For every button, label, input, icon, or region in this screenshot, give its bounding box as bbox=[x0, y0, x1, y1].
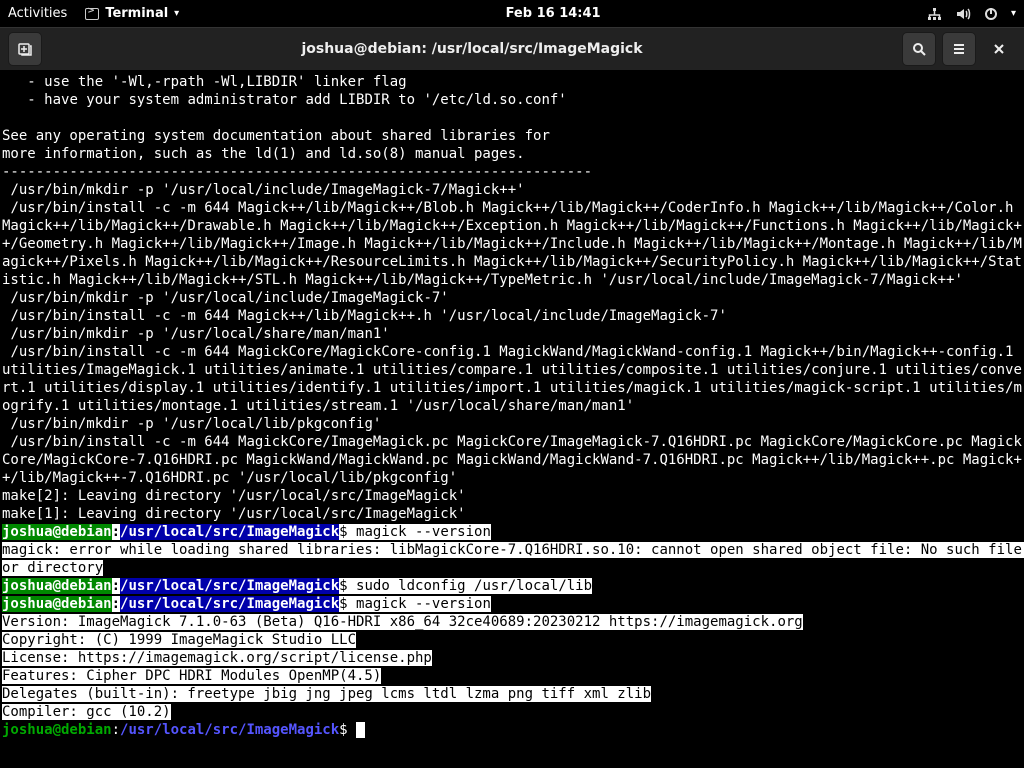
hamburger-menu-button[interactable] bbox=[942, 32, 976, 66]
prompt-user: joshua@debian bbox=[2, 722, 112, 738]
prompt-path: /usr/local/src/ImageMagick bbox=[120, 524, 339, 540]
prompt-path: /usr/local/src/ImageMagick bbox=[120, 578, 339, 594]
app-menu-label: Terminal bbox=[105, 6, 168, 21]
prompt-path: /usr/local/src/ImageMagick bbox=[120, 722, 339, 738]
close-window-button[interactable] bbox=[982, 32, 1016, 66]
command-3: magick --version bbox=[348, 596, 491, 612]
prompt-user: joshua@debian bbox=[2, 578, 112, 594]
new-tab-button[interactable] bbox=[8, 32, 42, 66]
terminal-output[interactable]: - use the '-Wl,-rpath -Wl,LIBDIR' linker… bbox=[0, 71, 1024, 739]
command-2: sudo ldconfig /usr/local/lib bbox=[348, 578, 592, 594]
command-1: magick --version bbox=[348, 524, 491, 540]
network-icon[interactable] bbox=[927, 6, 943, 22]
app-menu[interactable]: Terminal ▾ bbox=[85, 6, 179, 21]
activities-button[interactable]: Activities bbox=[8, 6, 67, 21]
power-icon[interactable] bbox=[983, 6, 999, 22]
window-header-bar: joshua@debian: /usr/local/src/ImageMagic… bbox=[0, 27, 1024, 71]
error-output: magick: error while loading shared libra… bbox=[2, 542, 1024, 576]
prompt-dollar: $ bbox=[339, 722, 347, 738]
system-menu-chevron-icon[interactable]: ▾ bbox=[1011, 8, 1016, 19]
gnome-top-bar: Activities Terminal ▾ Feb 16 14:41 ▾ bbox=[0, 0, 1024, 27]
window-title: joshua@debian: /usr/local/src/ImageMagic… bbox=[42, 41, 902, 57]
build-output-text: - use the '-Wl,-rpath -Wl,LIBDIR' linker… bbox=[2, 74, 1022, 522]
prompt-user: joshua@debian bbox=[2, 596, 112, 612]
prompt-dollar: $ bbox=[339, 596, 347, 612]
terminal-icon bbox=[85, 8, 99, 20]
clock[interactable]: Feb 16 14:41 bbox=[179, 6, 927, 21]
cursor bbox=[356, 722, 365, 738]
volume-icon[interactable] bbox=[955, 6, 971, 22]
prompt-dollar: $ bbox=[339, 524, 347, 540]
prompt-dollar: $ bbox=[339, 578, 347, 594]
prompt-path: /usr/local/src/ImageMagick bbox=[120, 596, 339, 612]
search-button[interactable] bbox=[902, 32, 936, 66]
version-output: Version: ImageMagick 7.1.0-63 (Beta) Q16… bbox=[2, 614, 803, 720]
prompt-user: joshua@debian bbox=[2, 524, 112, 540]
